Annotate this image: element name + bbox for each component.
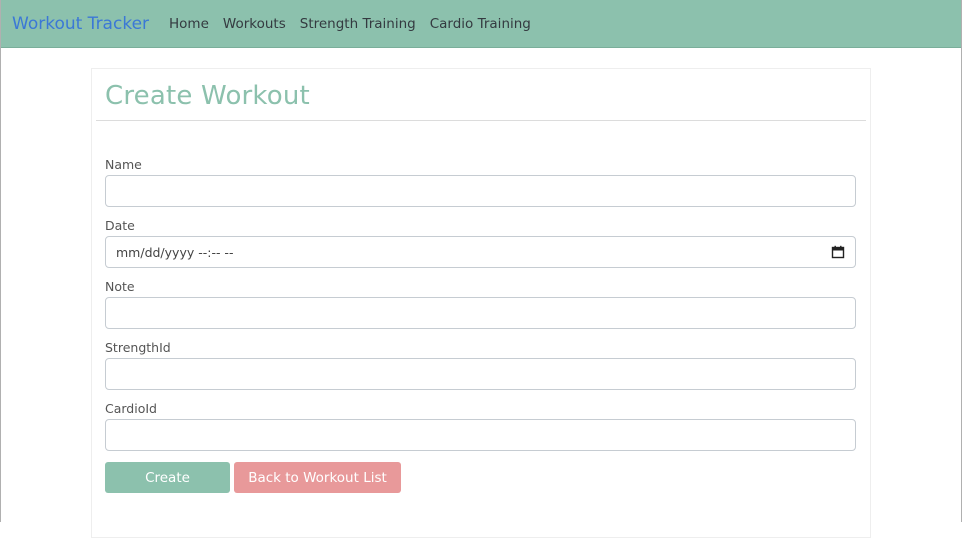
cardio-id-input[interactable] <box>105 419 856 451</box>
strength-id-label: StrengthId <box>105 340 171 355</box>
note-label: Note <box>105 279 135 294</box>
back-to-workout-list-button[interactable]: Back to Workout List <box>234 462 401 493</box>
strength-id-group: StrengthId <box>105 340 857 390</box>
date-input[interactable]: mm/dd/yyyy --:-- -- <box>105 236 856 268</box>
name-input[interactable] <box>105 175 856 207</box>
brand-link[interactable]: Workout Tracker <box>12 14 149 34</box>
note-group: Note <box>105 279 857 329</box>
cardio-id-label: CardioId <box>105 401 157 416</box>
nav-link-strength-training[interactable]: Strength Training <box>300 16 416 32</box>
date-group: Date mm/dd/yyyy --:-- -- <box>105 218 857 268</box>
name-label: Name <box>105 157 142 172</box>
create-workout-card: Create Workout Name Date mm/dd/yyyy --:-… <box>91 68 871 538</box>
page-title: Create Workout <box>105 81 310 111</box>
cardio-id-group: CardioId <box>105 401 857 451</box>
date-label: Date <box>105 218 135 233</box>
name-group: Name <box>105 157 857 207</box>
top-navbar: Workout Tracker Home Workouts Strength T… <box>1 0 961 48</box>
nav-link-home[interactable]: Home <box>169 16 209 32</box>
date-placeholder: mm/dd/yyyy --:-- -- <box>116 244 234 260</box>
note-input[interactable] <box>105 297 856 329</box>
create-workout-form: Name Date mm/dd/yyyy --:-- -- Note Stren… <box>105 157 857 493</box>
form-actions: Create Back to Workout List <box>105 462 857 493</box>
strength-id-input[interactable] <box>105 358 856 390</box>
card-header: Create Workout <box>96 69 866 121</box>
nav-link-workouts[interactable]: Workouts <box>223 16 286 32</box>
nav-link-cardio-training[interactable]: Cardio Training <box>430 16 531 32</box>
create-button[interactable]: Create <box>105 462 230 493</box>
calendar-icon[interactable] <box>831 245 845 259</box>
